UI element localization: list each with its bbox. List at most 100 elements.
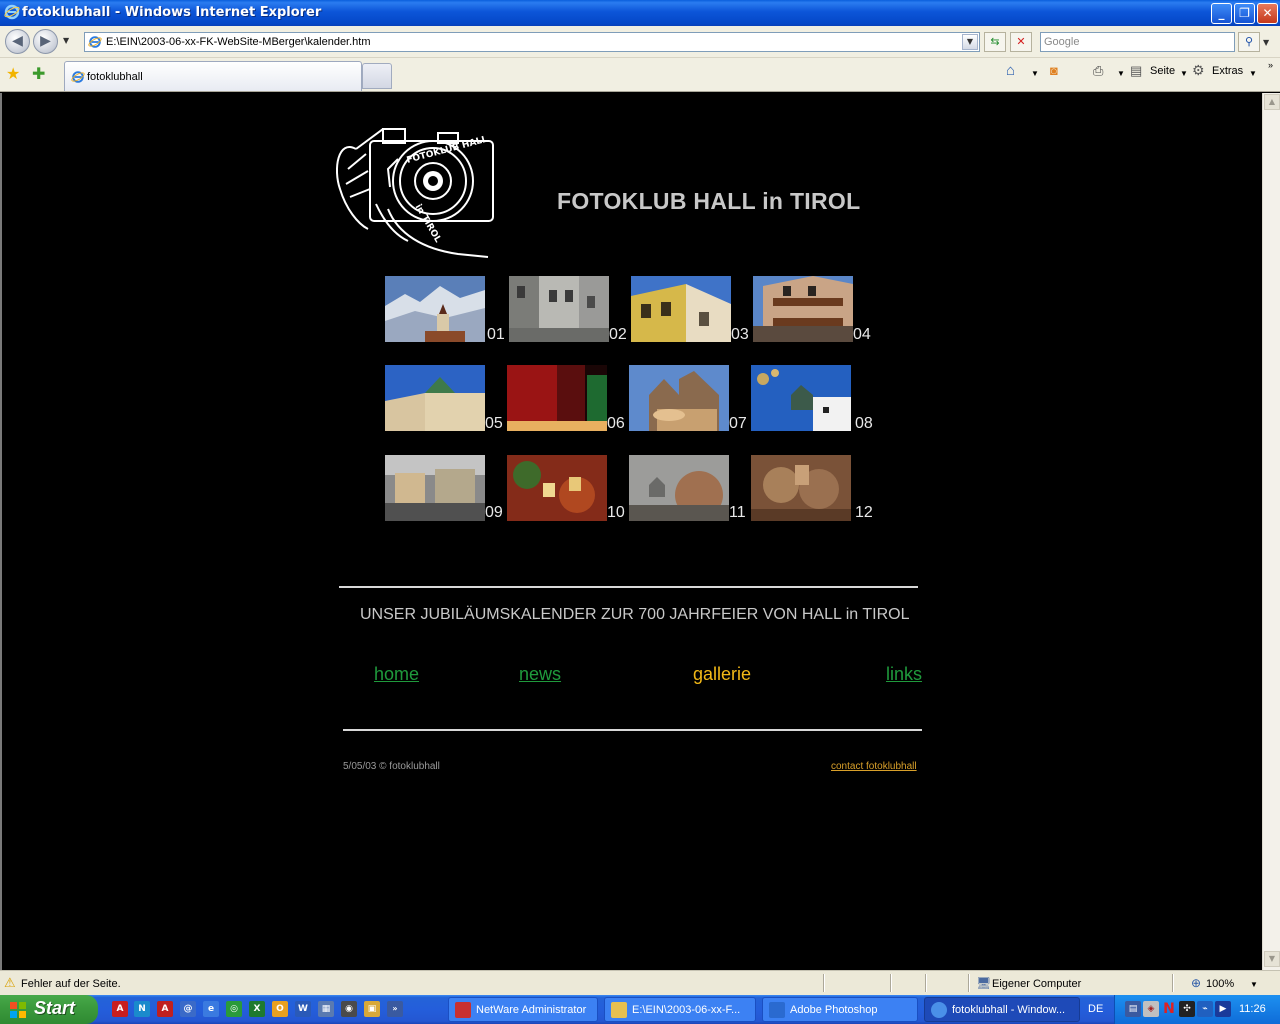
forward-button[interactable]: ▶ xyxy=(33,29,58,54)
excel-icon[interactable]: X xyxy=(249,1001,265,1017)
folder-icon xyxy=(611,1002,627,1018)
nav-news-link[interactable]: news xyxy=(519,664,561,685)
thumbnail-10[interactable] xyxy=(507,455,607,521)
vertical-scrollbar[interactable]: ▲ ▼ xyxy=(1262,93,1280,970)
contact-link[interactable]: contact fotoklubhall xyxy=(831,761,917,772)
app-launcher-icon[interactable]: ◎ xyxy=(226,1001,242,1017)
nav-home-link[interactable]: home xyxy=(374,664,419,685)
search-input[interactable]: Google xyxy=(1040,32,1235,52)
thumbnail-number: 09 xyxy=(485,504,503,521)
tray-app-icon[interactable]: ⌁ xyxy=(1197,1001,1213,1017)
thumbnail-07[interactable] xyxy=(629,365,729,431)
show-more-icon[interactable]: » xyxy=(387,1001,403,1017)
netware-icon xyxy=(455,1002,471,1018)
page-menu[interactable]: Seite xyxy=(1150,65,1175,77)
print-dropdown-icon[interactable]: ▼ xyxy=(1117,69,1125,78)
toolbar-overflow-icon[interactable]: » xyxy=(1268,60,1273,70)
word-icon[interactable]: W xyxy=(295,1001,311,1017)
thumbnail-number: 02 xyxy=(609,326,627,343)
app-launcher-icon[interactable]: N xyxy=(134,1001,150,1017)
back-button[interactable]: ◀ xyxy=(5,29,30,54)
feeds-icon[interactable]: ◙ xyxy=(1050,63,1058,78)
task-netware[interactable]: NetWare Administrator xyxy=(448,997,598,1022)
clock[interactable]: 11:26 xyxy=(1239,1003,1266,1015)
search-options-icon[interactable]: ▼ xyxy=(1263,38,1269,47)
thumbnail-03[interactable] xyxy=(631,276,731,342)
task-photoshop[interactable]: Adobe Photoshop xyxy=(762,997,918,1022)
nav-links-link[interactable]: links xyxy=(886,664,922,685)
thumbnail-09[interactable] xyxy=(385,455,485,521)
maximize-button[interactable]: ❐ xyxy=(1234,3,1255,24)
warning-icon[interactable]: ⚠ xyxy=(4,975,16,991)
tray-app-icon[interactable]: ▶ xyxy=(1215,1001,1231,1017)
language-indicator[interactable]: DE xyxy=(1088,1003,1103,1015)
thumbnail-number: 12 xyxy=(855,504,873,521)
thumbnail-11[interactable] xyxy=(629,455,729,521)
app-launcher-icon[interactable]: @ xyxy=(180,1001,196,1017)
home-icon[interactable]: ⌂ xyxy=(1006,62,1015,79)
title-bar: fotoklubhall - Windows Internet Explorer… xyxy=(0,0,1280,26)
tab-fotoklubhall[interactable]: fotoklubhall xyxy=(64,61,362,91)
zoom-dropdown-icon[interactable]: ▼ xyxy=(1250,980,1258,989)
thumbnail-image-10 xyxy=(507,455,607,521)
address-dropdown-icon[interactable]: ▼ xyxy=(962,34,978,50)
netware-tray-icon[interactable]: N xyxy=(1161,1001,1177,1017)
task-explorer[interactable]: E:\EIN\2003-06-xx-F... xyxy=(604,997,756,1022)
app-launcher-icon[interactable]: ▦ xyxy=(318,1001,334,1017)
thumbnail-04[interactable] xyxy=(753,276,853,342)
thumbnail-number: 03 xyxy=(731,326,749,343)
history-dropdown-icon[interactable]: ▼ xyxy=(63,36,69,45)
tab-ie-icon xyxy=(71,71,85,83)
tray-app-icon[interactable]: ◈ xyxy=(1143,1001,1159,1017)
start-button[interactable]: Start xyxy=(0,995,98,1024)
computer-icon: 🖥 xyxy=(976,976,992,990)
search-icon[interactable]: ⚲ xyxy=(1238,32,1260,52)
add-favorite-icon[interactable]: ✚ xyxy=(32,64,45,83)
address-text: E:\EIN\2003-06-xx-FK-WebSite-MBerger\kal… xyxy=(106,36,371,48)
network-icon[interactable]: ▤ xyxy=(1125,1001,1141,1017)
status-message[interactable]: Fehler auf der Seite. xyxy=(21,978,121,990)
app-launcher-icon[interactable]: ▣ xyxy=(364,1001,380,1017)
scroll-up-icon[interactable]: ▲ xyxy=(1264,94,1280,110)
thumbnail-06[interactable] xyxy=(507,365,607,431)
thumbnail-image-06 xyxy=(507,365,607,431)
stop-button[interactable]: ✕ xyxy=(1010,32,1032,52)
site-title: FOTOKLUB HALL in TIROL xyxy=(557,188,861,214)
ie-launcher-icon[interactable]: e xyxy=(203,1001,219,1017)
task-label: Adobe Photoshop xyxy=(790,1004,878,1016)
thumbnail-01[interactable] xyxy=(385,276,485,342)
thumbnail-number: 06 xyxy=(607,415,625,432)
thumbnail-05[interactable] xyxy=(385,365,485,431)
nav-gallery-link[interactable]: gallerie xyxy=(693,664,751,685)
print-icon[interactable]: ⎙ xyxy=(1093,63,1103,79)
system-tray: ▤ ◈ N ✣ ⌁ ▶ 11:26 xyxy=(1114,995,1280,1024)
tray-app-icon[interactable]: ✣ xyxy=(1179,1001,1195,1017)
acrobat-icon[interactable]: A xyxy=(112,1001,128,1017)
thumbnail-08[interactable] xyxy=(751,365,851,431)
close-button[interactable]: ✕ xyxy=(1257,3,1278,24)
app-launcher-icon[interactable]: O xyxy=(272,1001,288,1017)
page-dropdown-icon[interactable]: ▼ xyxy=(1180,69,1188,78)
app-launcher-icon[interactable]: A xyxy=(157,1001,173,1017)
tools-dropdown-icon[interactable]: ▼ xyxy=(1249,69,1257,78)
taskbar: Start A N A @ e ◎ X O W ▦ ◉ ▣ » NetWare … xyxy=(0,995,1280,1024)
new-tab-button[interactable] xyxy=(362,63,392,89)
refresh-button[interactable]: ⇆ xyxy=(984,32,1006,52)
task-ie-active[interactable]: fotoklubhall - Window... xyxy=(924,997,1080,1022)
app-launcher-icon[interactable]: ◉ xyxy=(341,1001,357,1017)
thumbnail-12[interactable] xyxy=(751,455,851,521)
divider-top xyxy=(339,586,918,588)
footer-copyright: 5/05/03 © fotoklubhall xyxy=(343,761,440,772)
thumbnail-02[interactable] xyxy=(509,276,609,342)
address-bar[interactable]: E:\EIN\2003-06-xx-FK-WebSite-MBerger\kal… xyxy=(84,32,980,52)
window-title: fotoklubhall - Windows Internet Explorer xyxy=(22,5,322,20)
favorites-star-icon[interactable]: ★ xyxy=(6,64,20,83)
minimize-button[interactable]: _ xyxy=(1211,3,1232,24)
zoom-level[interactable]: 100% xyxy=(1206,978,1234,990)
tools-menu[interactable]: Extras xyxy=(1212,65,1243,77)
scroll-down-icon[interactable]: ▼ xyxy=(1264,951,1280,967)
thumbnail-image-11 xyxy=(629,455,729,521)
page-icon xyxy=(88,36,102,48)
home-dropdown-icon[interactable]: ▼ xyxy=(1031,69,1039,78)
status-separator xyxy=(823,974,825,992)
